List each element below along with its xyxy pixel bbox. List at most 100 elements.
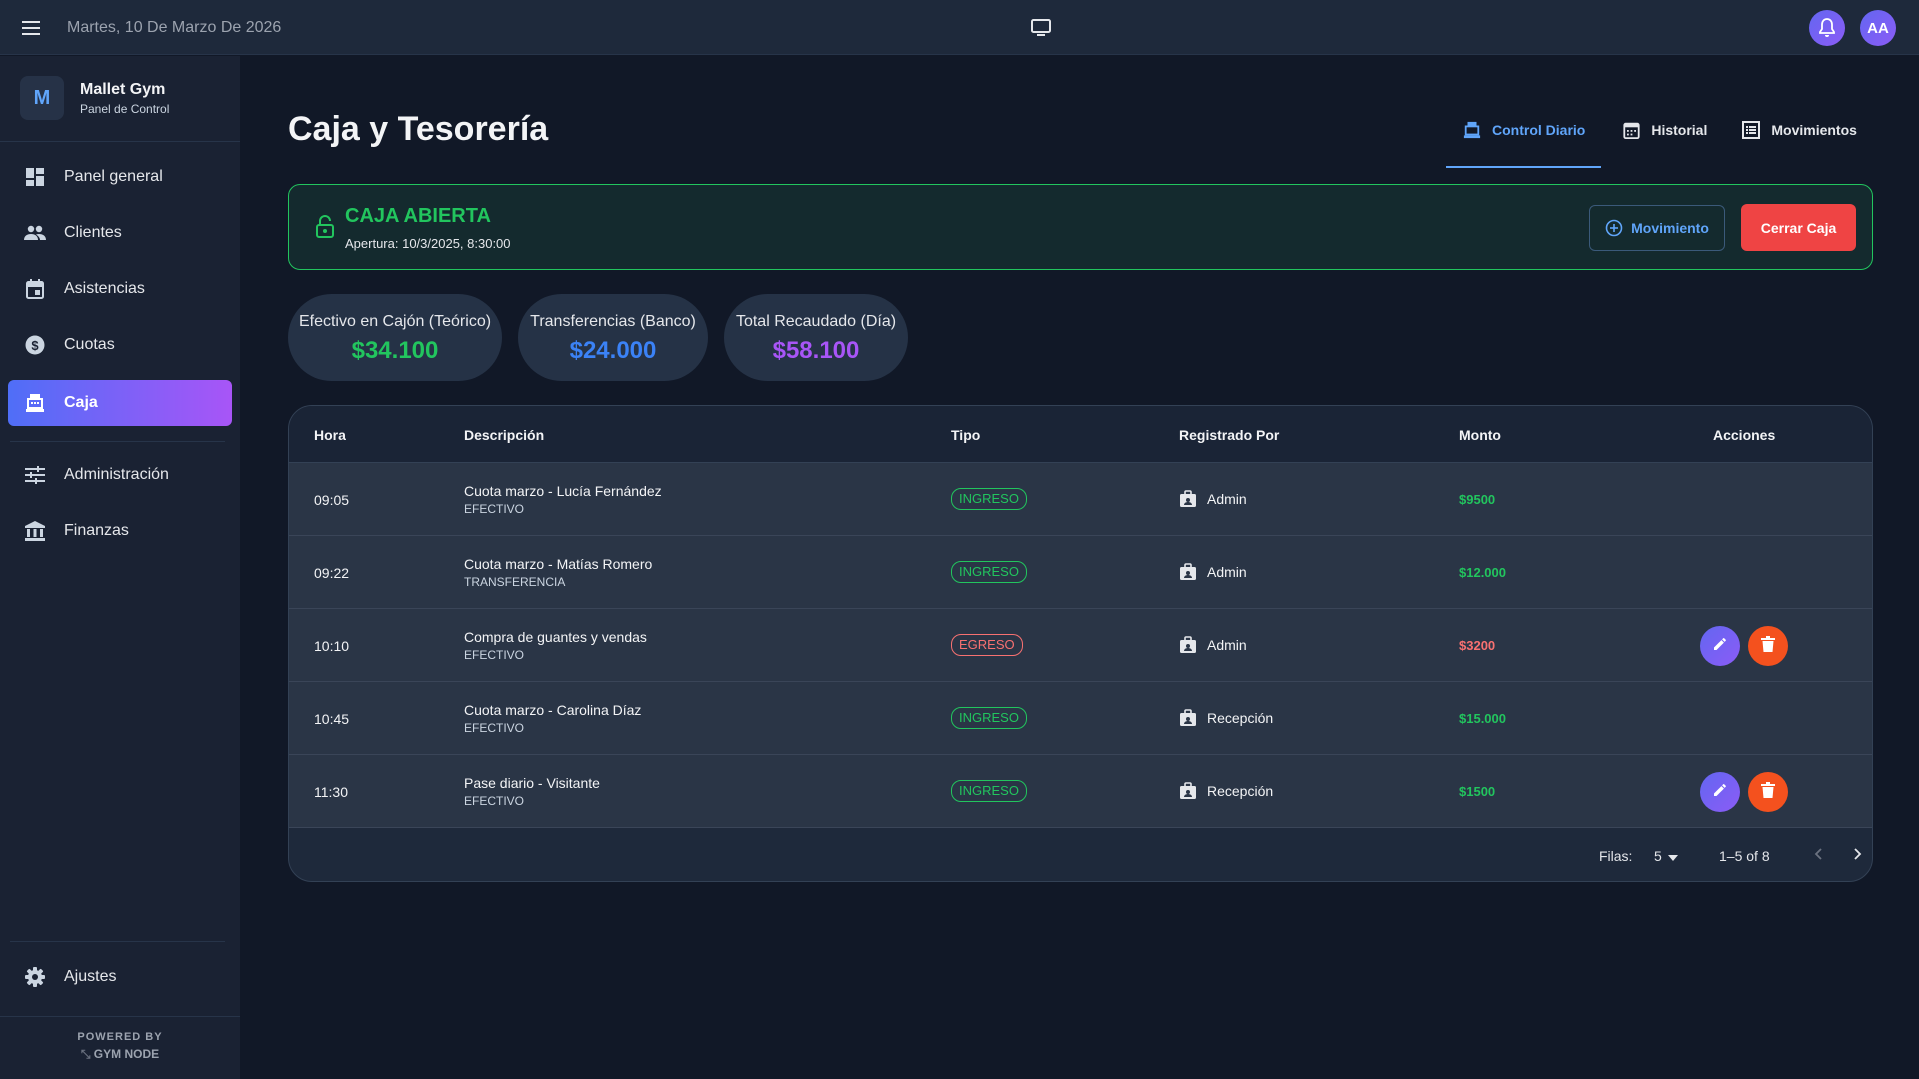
previous-page-button[interactable] <box>1805 843 1831 869</box>
tab-movimientos[interactable]: Movimientos <box>1723 110 1857 168</box>
type-chip: INGRESO <box>951 488 1027 510</box>
row-amount: $3200 <box>1459 638 1496 653</box>
cash-status-title: CAJA ABIERTA <box>345 205 491 227</box>
pencil-icon <box>1712 782 1728 803</box>
sidebar-item-cuotas[interactable]: $ Cuotas <box>8 322 232 368</box>
add-movement-button[interactable]: Movimiento <box>1589 205 1725 251</box>
type-chip: INGRESO <box>951 780 1027 802</box>
sidebar: M Mallet Gym Panel de Control Panel gene… <box>0 56 240 1079</box>
tabs: Control Diario Historial Movimientos <box>1446 110 1857 168</box>
notifications-bell-icon[interactable] <box>1809 10 1845 46</box>
row-payment-method: EFECTIVO <box>464 648 525 662</box>
row-description-text: Cuota marzo - Lucía Fernández <box>464 483 662 499</box>
table-row: 10:10 Compra de guantes y vendas EFECTIV… <box>289 609 1872 682</box>
sidebar-item-finanzas[interactable]: Finanzas <box>8 508 232 554</box>
sidebar-item-asistencias[interactable]: Asistencias <box>8 266 232 312</box>
sidebar-item-administracion[interactable]: Administración <box>8 452 232 498</box>
delete-button[interactable] <box>1748 626 1788 666</box>
stat-value: $58.100 <box>772 337 860 364</box>
chevron-right-icon <box>1854 847 1862 865</box>
tab-control-diario[interactable]: Control Diario <box>1446 110 1602 168</box>
current-date: Martes, 10 De Marzo De 2026 <box>67 19 282 36</box>
sidebar-divider <box>10 941 225 942</box>
list-icon <box>1741 120 1761 140</box>
gear-icon <box>24 966 46 988</box>
badge-icon <box>1179 782 1197 800</box>
cash-opening-time: Apertura: 10/3/2025, 8:30:00 <box>345 236 511 251</box>
cash-status-card: CAJA ABIERTA Apertura: 10/3/2025, 8:30:0… <box>288 184 1873 270</box>
badge-icon <box>1179 709 1197 727</box>
row-description-text: Pase diario - Visitante <box>464 775 600 791</box>
sidebar-item-label: Ajustes <box>64 968 117 985</box>
pagination-range: 1–5 of 8 <box>1719 848 1770 864</box>
sidebar-divider <box>0 1016 240 1017</box>
monitor-icon[interactable] <box>1028 15 1054 41</box>
stat-total-collected: Total Recaudado (Día) $58.100 <box>724 294 908 381</box>
row-registered-by: Recepción <box>1179 782 1273 800</box>
powered-by-brand: ⤡ GYM NODE <box>0 1047 240 1062</box>
badge-icon <box>1179 636 1197 654</box>
gym-node-logo-icon: ⤡ <box>80 1047 94 1061</box>
stat-label: Transferencias (Banco) <box>530 313 696 330</box>
table-row: 09:05 Cuota marzo - Lucía Fernández EFEC… <box>289 463 1872 536</box>
sidebar-item-caja[interactable]: Caja <box>8 380 232 426</box>
cash-register-icon <box>1462 120 1482 140</box>
registered-by-name: Recepción <box>1207 710 1274 726</box>
stat-value: $24.000 <box>569 337 657 364</box>
rows-per-page-label: Filas: <box>1599 848 1633 864</box>
stat-cash-drawer: Efectivo en Cajón (Teórico) $34.100 <box>288 294 502 381</box>
row-payment-method: EFECTIVO <box>464 794 525 808</box>
row-time: 11:30 <box>314 784 348 800</box>
sidebar-item-label: Asistencias <box>64 280 145 297</box>
tab-historial[interactable]: Historial <box>1601 110 1723 168</box>
menu-icon[interactable] <box>18 14 46 42</box>
row-registered-by: Recepción <box>1179 709 1273 727</box>
row-time: 10:10 <box>314 638 350 654</box>
row-registered-by: Admin <box>1179 563 1247 581</box>
badge-icon <box>1179 490 1197 508</box>
plus-circle-icon <box>1605 219 1623 237</box>
close-cash-button[interactable]: Cerrar Caja <box>1741 204 1856 251</box>
row-payment-method: EFECTIVO <box>464 502 525 516</box>
movements-table: Hora Descripción Tipo Registrado Por Mon… <box>288 405 1873 882</box>
dollar-icon: $ <box>24 334 46 356</box>
sidebar-item-panel-general[interactable]: Panel general <box>8 154 232 200</box>
svg-text:$: $ <box>31 338 39 353</box>
row-payment-method: EFECTIVO <box>464 721 525 735</box>
user-avatar[interactable]: AA <box>1860 10 1896 46</box>
stat-label: Total Recaudado (Día) <box>735 313 897 330</box>
lock-open-icon <box>315 215 337 239</box>
tab-label: Historial <box>1651 122 1708 138</box>
next-page-button[interactable] <box>1845 843 1871 869</box>
registered-by-name: Admin <box>1207 564 1247 580</box>
sidebar-item-clientes[interactable]: Clientes <box>8 210 232 256</box>
delete-button[interactable] <box>1748 772 1788 812</box>
row-amount: $12.000 <box>1459 565 1506 580</box>
pencil-icon <box>1712 636 1728 657</box>
badge-icon <box>1179 563 1197 581</box>
row-description-text: Cuota marzo - Matías Romero <box>464 556 653 572</box>
page-title: Caja y Tesorería <box>288 110 549 148</box>
powered-by-label: POWERED BY <box>77 1031 163 1043</box>
sidebar-item-ajustes[interactable]: Ajustes <box>8 954 232 1000</box>
row-registered-by: Admin <box>1179 490 1247 508</box>
sidebar-item-label: Finanzas <box>64 522 129 539</box>
row-description-text: Cuota marzo - Carolina Díaz <box>464 702 642 718</box>
sidebar-item-label: Cuotas <box>64 336 115 353</box>
sidebar-divider <box>0 141 240 142</box>
caret-down-icon <box>1667 848 1678 864</box>
add-movement-label: Movimiento <box>1631 220 1709 236</box>
registered-by-name: Admin <box>1207 637 1247 653</box>
calendar-icon <box>24 278 46 300</box>
edit-button[interactable] <box>1700 626 1740 666</box>
sidebar-item-label: Caja <box>64 394 98 411</box>
edit-button[interactable] <box>1700 772 1740 812</box>
type-chip: EGRESO <box>951 634 1023 656</box>
rows-per-page-select[interactable]: 5 <box>1654 844 1678 868</box>
row-description: Cuota marzo - Carolina Díaz EFECTIVO <box>464 702 641 735</box>
powered-by: POWERED BY ⤡ GYM NODE <box>0 1031 240 1062</box>
top-bar: Martes, 10 De Marzo De 2026 AA <box>0 0 1919 55</box>
row-description: Compra de guantes y vendas EFECTIVO <box>464 629 647 662</box>
table-row: 11:30 Pase diario - Visitante EFECTIVO I… <box>289 755 1872 828</box>
chevron-left-icon <box>1814 847 1822 865</box>
